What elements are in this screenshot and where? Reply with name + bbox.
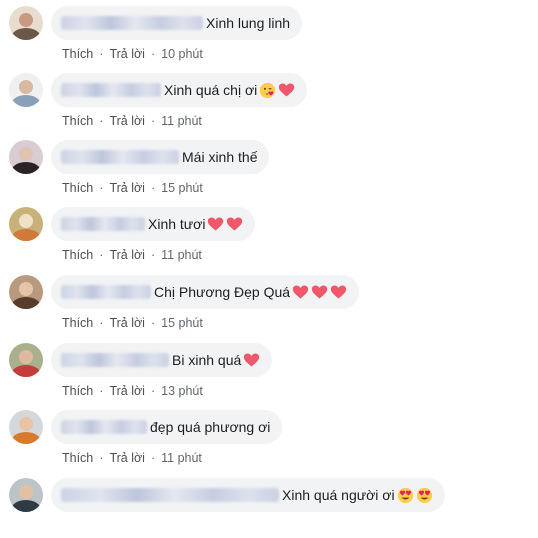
comment-bubble: Xinh quá chị ơi	[51, 73, 308, 107]
separator: ·	[99, 316, 104, 330]
kiss-emoji	[260, 82, 276, 98]
comment-bubble: Chị Phương Đẹp Quá	[51, 275, 360, 309]
comment: Xinh quá người ơi	[0, 478, 538, 538]
timestamp[interactable]: 15 phút	[161, 316, 203, 330]
comment: Xinh quá chị ơi Thích · Trả lời · 11 phút	[0, 73, 538, 133]
reply-link[interactable]: Trả lời	[109, 47, 145, 61]
timestamp[interactable]: 13 phút	[161, 384, 203, 398]
heart-eyes-emoji	[416, 487, 432, 503]
heart-icon	[330, 285, 347, 298]
separator: ·	[99, 248, 104, 262]
reply-link[interactable]: Trả lời	[109, 248, 145, 262]
reply-link[interactable]: Trả lời	[109, 316, 145, 330]
like-link[interactable]: Thích	[62, 451, 93, 465]
commenter-name-blurred[interactable]	[61, 488, 279, 502]
heart-icon	[279, 83, 295, 96]
separator: ·	[99, 384, 104, 398]
comment-actions: Thích · Trả lời · 11 phút	[62, 451, 202, 465]
timestamp[interactable]: 11 phút	[161, 114, 202, 128]
comment-text: đẹp quá phương ơi	[150, 419, 271, 435]
comment: Xinh tươi Thích · Trả lời · 11 phút	[0, 207, 538, 267]
comment-bubble: Xinh tươi	[51, 207, 256, 241]
avatar[interactable]	[9, 410, 43, 444]
like-link[interactable]: Thích	[62, 47, 93, 61]
reply-link[interactable]: Trả lời	[109, 181, 145, 195]
separator: ·	[150, 47, 156, 61]
comment-text: Mái xinh thế	[182, 149, 258, 165]
avatar[interactable]	[9, 275, 43, 309]
like-link[interactable]: Thích	[62, 384, 93, 398]
heart-icon	[244, 353, 260, 366]
commenter-name-blurred[interactable]	[61, 353, 169, 367]
comment-bubble: Bi xinh quá	[51, 343, 273, 377]
comment-bubble: Xinh lung linh	[51, 6, 303, 40]
avatar[interactable]	[9, 6, 43, 40]
timestamp[interactable]: 11 phút	[161, 248, 202, 262]
comment-actions: Thích · Trả lời · 10 phút	[62, 47, 203, 61]
commenter-name-blurred[interactable]	[61, 217, 145, 231]
heart-icon	[292, 285, 309, 298]
separator: ·	[150, 316, 156, 330]
avatar[interactable]	[9, 343, 43, 377]
heart-eyes-emoji	[397, 487, 413, 503]
avatar[interactable]	[9, 140, 43, 174]
timestamp[interactable]: 15 phút	[161, 181, 203, 195]
separator: ·	[150, 451, 156, 465]
reply-link[interactable]: Trả lời	[109, 384, 145, 398]
avatar[interactable]	[9, 207, 43, 241]
separator: ·	[150, 181, 156, 195]
comment-actions: Thích · Trả lời · 15 phút	[62, 316, 203, 330]
comment: Mái xinh thế Thích · Trả lời · 15 phút	[0, 140, 538, 200]
comment: Chị Phương Đẹp Quá Thích · Trả lời · 15 phút	[0, 275, 538, 335]
comment-text: Xinh lung linh	[206, 15, 291, 31]
like-link[interactable]: Thích	[62, 114, 93, 128]
comment-actions: Thích · Trả lời · 15 phút	[62, 181, 203, 195]
comment: Bi xinh quá Thích · Trả lời · 13 phút	[0, 343, 538, 403]
commenter-name-blurred[interactable]	[61, 420, 147, 434]
comment-text: Chị Phương Đẹp Quá	[154, 284, 291, 300]
heart-icon	[227, 217, 243, 230]
separator: ·	[150, 248, 156, 262]
separator: ·	[150, 114, 156, 128]
heart-icon	[208, 217, 224, 230]
separator: ·	[150, 384, 156, 398]
comment-bubble: Mái xinh thế	[51, 140, 270, 174]
comment-text: Xinh quá chị ơi	[164, 82, 258, 98]
commenter-name-blurred[interactable]	[61, 285, 151, 299]
commenter-name-blurred[interactable]	[61, 83, 161, 97]
like-link[interactable]: Thích	[62, 248, 93, 262]
comment-bubble: đẹp quá phương ơi	[51, 410, 283, 444]
avatar[interactable]	[9, 73, 43, 107]
comment-text: Bi xinh quá	[172, 352, 242, 368]
comment: Xinh lung linh Thích · Trả lời · 10 phút	[0, 6, 538, 66]
timestamp[interactable]: 10 phút	[161, 47, 203, 61]
like-link[interactable]: Thích	[62, 316, 93, 330]
commenter-name-blurred[interactable]	[61, 150, 179, 164]
separator: ·	[99, 451, 104, 465]
separator: ·	[99, 114, 104, 128]
separator: ·	[99, 47, 104, 61]
comment-text: Xinh tươi	[148, 216, 206, 232]
timestamp[interactable]: 11 phút	[161, 451, 202, 465]
comment-actions: Thích · Trả lời · 13 phút	[62, 384, 203, 398]
comment-actions: Thích · Trả lời · 11 phút	[62, 114, 202, 128]
comment: đẹp quá phương ơi Thích · Trả lời · 11 phút	[0, 410, 538, 470]
separator: ·	[99, 181, 104, 195]
like-link[interactable]: Thích	[62, 181, 93, 195]
comment-actions: Thích · Trả lời · 11 phút	[62, 248, 202, 262]
reply-link[interactable]: Trả lời	[109, 451, 145, 465]
comment-text: Xinh quá người ơi	[282, 487, 395, 503]
commenter-name-blurred[interactable]	[61, 16, 203, 30]
heart-icon	[311, 285, 328, 298]
reply-link[interactable]: Trả lời	[109, 114, 145, 128]
